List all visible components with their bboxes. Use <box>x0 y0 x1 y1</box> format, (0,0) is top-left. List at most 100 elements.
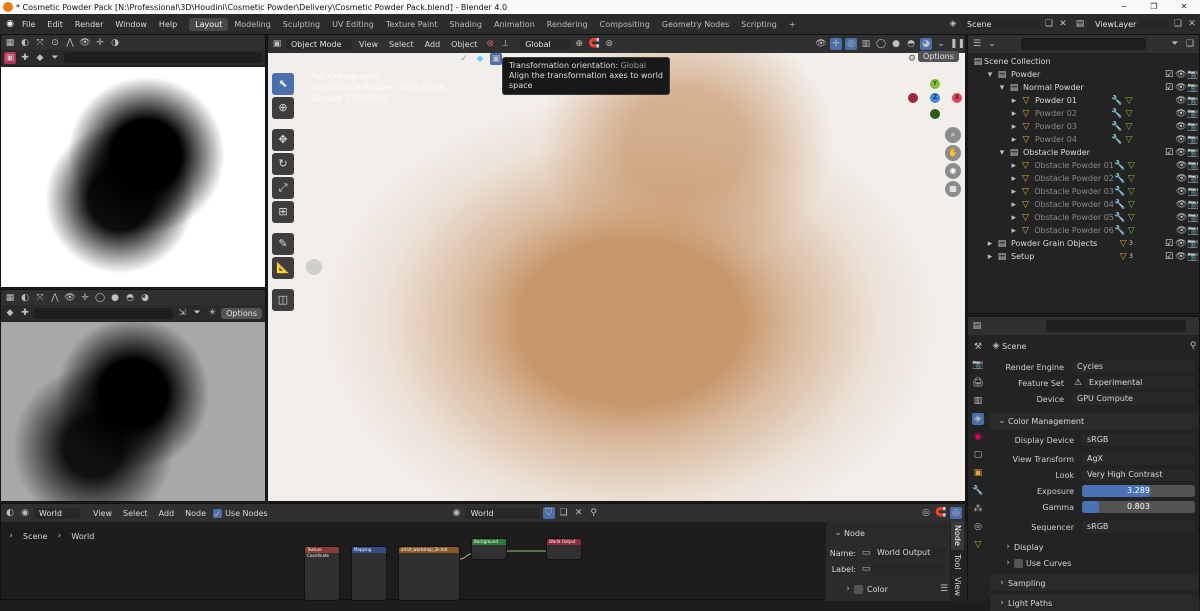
visibility-eye-icon[interactable]: 👁 <box>1175 134 1187 146</box>
tab-sculpting[interactable]: Sculpting <box>277 18 326 31</box>
view-transform-select[interactable]: AgX <box>1082 453 1195 465</box>
outliner-item[interactable]: ▸ ▽ Powder 02 🔧 ▽ 👁 📷 <box>972 107 1199 120</box>
modifier-icon[interactable]: 🔧 <box>1114 199 1126 211</box>
viewport-menu-select[interactable]: Select <box>385 40 418 49</box>
outliner-root-row[interactable]: ▤ Scene Collection <box>972 55 1199 68</box>
render-camera-icon[interactable]: 📷 <box>1187 95 1199 107</box>
gizmo-icon[interactable]: ✛ <box>79 292 91 304</box>
viewport-menu-view[interactable]: View <box>355 40 382 49</box>
mesh-data-icon[interactable]: ▽ <box>1125 186 1137 198</box>
select-tool-icon[interactable]: ⬉ <box>272 73 294 95</box>
render-shading-icon[interactable]: ◕ <box>139 292 151 304</box>
outliner-item[interactable]: ▸ ▽ Powder 04 🔧 ▽ 👁 📷 <box>972 133 1199 146</box>
outliner-search[interactable] <box>1021 38 1146 50</box>
object-tab-icon[interactable]: ▣ <box>972 467 984 479</box>
measure-tool-icon[interactable]: 📐 <box>272 257 294 279</box>
wireframe-shading-icon[interactable]: ◯ <box>94 292 106 304</box>
visibility-eye-icon[interactable]: 👁 <box>1175 147 1187 159</box>
visibility-eye-icon[interactable]: 👁 <box>1175 238 1187 250</box>
visibility-eye-icon[interactable]: 👁 <box>1176 199 1188 211</box>
shading-icon[interactable]: ◑ <box>109 37 121 49</box>
filter-icon[interactable]: ⏷ <box>49 52 61 64</box>
tab-texture-paint[interactable]: Texture Paint <box>380 18 444 31</box>
outliner-item[interactable]: ▸ ▽ Powder 01 🔧 ▽ 👁 📷 <box>972 94 1199 107</box>
use-curves-checkbox[interactable] <box>1014 558 1023 568</box>
render-camera-icon[interactable]: 📷 <box>1187 160 1199 172</box>
world-tab-icon[interactable]: ◉ <box>972 431 984 443</box>
chevron-right-icon[interactable]: ▸ <box>1008 108 1020 120</box>
menu-help[interactable]: Help <box>153 20 183 29</box>
outliner-item[interactable]: ▸ ▽ Powder 03 🔧 ▽ 👁 📷 <box>972 120 1199 133</box>
chevron-right-icon[interactable]: ▸ <box>1008 134 1020 146</box>
modifier-icon[interactable]: 🔧 <box>1114 186 1126 198</box>
viewport-options-button[interactable]: Options <box>918 51 959 62</box>
chevron-right-icon[interactable]: ▸ <box>1008 212 1020 224</box>
cursor-tool-icon[interactable]: ⊕ <box>272 97 294 119</box>
render-camera-icon[interactable]: 📷 <box>1187 173 1199 185</box>
ortho-toggle-icon[interactable]: ▦ <box>945 181 961 197</box>
exclude-checkbox-icon[interactable]: ☑ <box>1163 251 1175 263</box>
modifier-icon[interactable]: 🔧 <box>1114 225 1126 237</box>
chevron-right-icon[interactable]: ▸ <box>1008 160 1020 172</box>
material-shading-icon[interactable]: ◓ <box>124 292 136 304</box>
editor-type-icon[interactable]: ▦ <box>4 292 16 304</box>
tool-settings-icon[interactable]: ⚙ <box>906 53 918 65</box>
pin-icon[interactable]: ⇲ <box>176 307 188 319</box>
outliner-item[interactable]: ▸ ▽ Obstacle Powder 06 🔧 ▽ 👁 📷 <box>972 224 1199 237</box>
exclude-checkbox-icon[interactable]: ☑ <box>1163 238 1175 250</box>
select-icon[interactable]: ▣ <box>4 51 16 64</box>
chevron-down-icon[interactable]: ▸ <box>984 238 996 250</box>
editor-type-icon[interactable]: ▣ <box>271 38 283 50</box>
solid-shading-icon[interactable]: ● <box>109 292 121 304</box>
menu-file[interactable]: File <box>16 20 41 29</box>
pan-hand-icon[interactable]: ✋ <box>945 145 961 161</box>
list-icon[interactable]: ☰ <box>938 583 950 595</box>
annotate-tool-icon[interactable]: ✎ <box>272 233 294 255</box>
outliner-type-icon[interactable]: ☰ <box>971 38 983 50</box>
chevron-right-icon[interactable]: ▸ <box>1008 121 1020 133</box>
gizmo-neg-y[interactable] <box>930 109 940 119</box>
select-box-icon[interactable]: ▣ <box>490 53 502 65</box>
tool-tab[interactable]: Tool <box>951 550 964 574</box>
gizmo-neg-x[interactable] <box>908 93 918 103</box>
tab-modeling[interactable]: Modeling <box>228 18 276 31</box>
outliner-item[interactable]: ▾ ▤ Normal Powder ☑ 👁 📷 <box>972 81 1199 94</box>
visibility-eye-icon[interactable]: 👁 <box>1176 173 1188 185</box>
visibility-eye-icon[interactable]: 👁 <box>1176 186 1188 198</box>
gizmo-z-axis[interactable]: Z <box>930 93 940 103</box>
exclude-checkbox-icon[interactable]: ☑ <box>1163 82 1175 94</box>
viewport-canvas[interactable] <box>268 53 965 501</box>
exclude-checkbox-icon[interactable]: ☑ <box>1163 69 1175 81</box>
view-layer-selector[interactable]: ViewLayer <box>1090 18 1168 30</box>
pause-icon[interactable]: ❚❚ <box>950 38 965 50</box>
gizmo-y-axis[interactable]: Y <box>930 79 940 89</box>
transform-icon[interactable]: ⤧ <box>34 292 46 304</box>
visibility-eye-icon[interactable]: 👁 <box>1175 95 1187 107</box>
view-icon[interactable]: ◐ <box>19 292 31 304</box>
tab-compositing[interactable]: Compositing <box>594 18 656 31</box>
display-device-select[interactable]: sRGB <box>1082 434 1195 446</box>
mesh-data-icon[interactable]: ▽ <box>1125 225 1137 237</box>
wireframe-shading-icon[interactable]: ◯ <box>875 38 887 50</box>
rotate-tool-icon[interactable]: ↻ <box>272 153 294 175</box>
cursor-icon[interactable]: ✚ <box>19 52 31 64</box>
pivot-icon[interactable]: ⊕ <box>573 38 585 50</box>
proportional-icon[interactable]: ⋀ <box>49 292 61 304</box>
feature-set-select[interactable]: Experimental <box>1084 377 1195 389</box>
check-icon[interactable]: ✓ <box>458 53 470 65</box>
render-engine-select[interactable]: Cycles <box>1072 361 1195 373</box>
filter-icon[interactable]: ⏷ <box>1169 38 1181 50</box>
view-icon[interactable]: ◐ <box>19 37 31 49</box>
tab-animation[interactable]: Animation <box>488 18 541 31</box>
node-sidebar-header[interactable]: ⌄ Node <box>826 525 950 541</box>
chevron-right-icon[interactable]: ▸ <box>1008 95 1020 107</box>
exclude-checkbox-icon[interactable]: ☑ <box>1163 147 1175 159</box>
modifier-icon[interactable]: 🔧 <box>1111 95 1123 107</box>
visibility-eye-icon[interactable]: 👁 <box>1176 225 1188 237</box>
particles-tab-icon[interactable]: ⁂ <box>972 503 984 515</box>
left-bottom-search[interactable] <box>34 307 174 319</box>
orientation-selector[interactable]: Global <box>520 38 571 50</box>
pin-icon[interactable]: ⚲ <box>1187 340 1199 352</box>
tab-uv-editing[interactable]: UV Editing <box>326 18 380 31</box>
outliner-item[interactable]: ▾ ▤ Powder ☑ 👁 📷 <box>972 68 1199 81</box>
